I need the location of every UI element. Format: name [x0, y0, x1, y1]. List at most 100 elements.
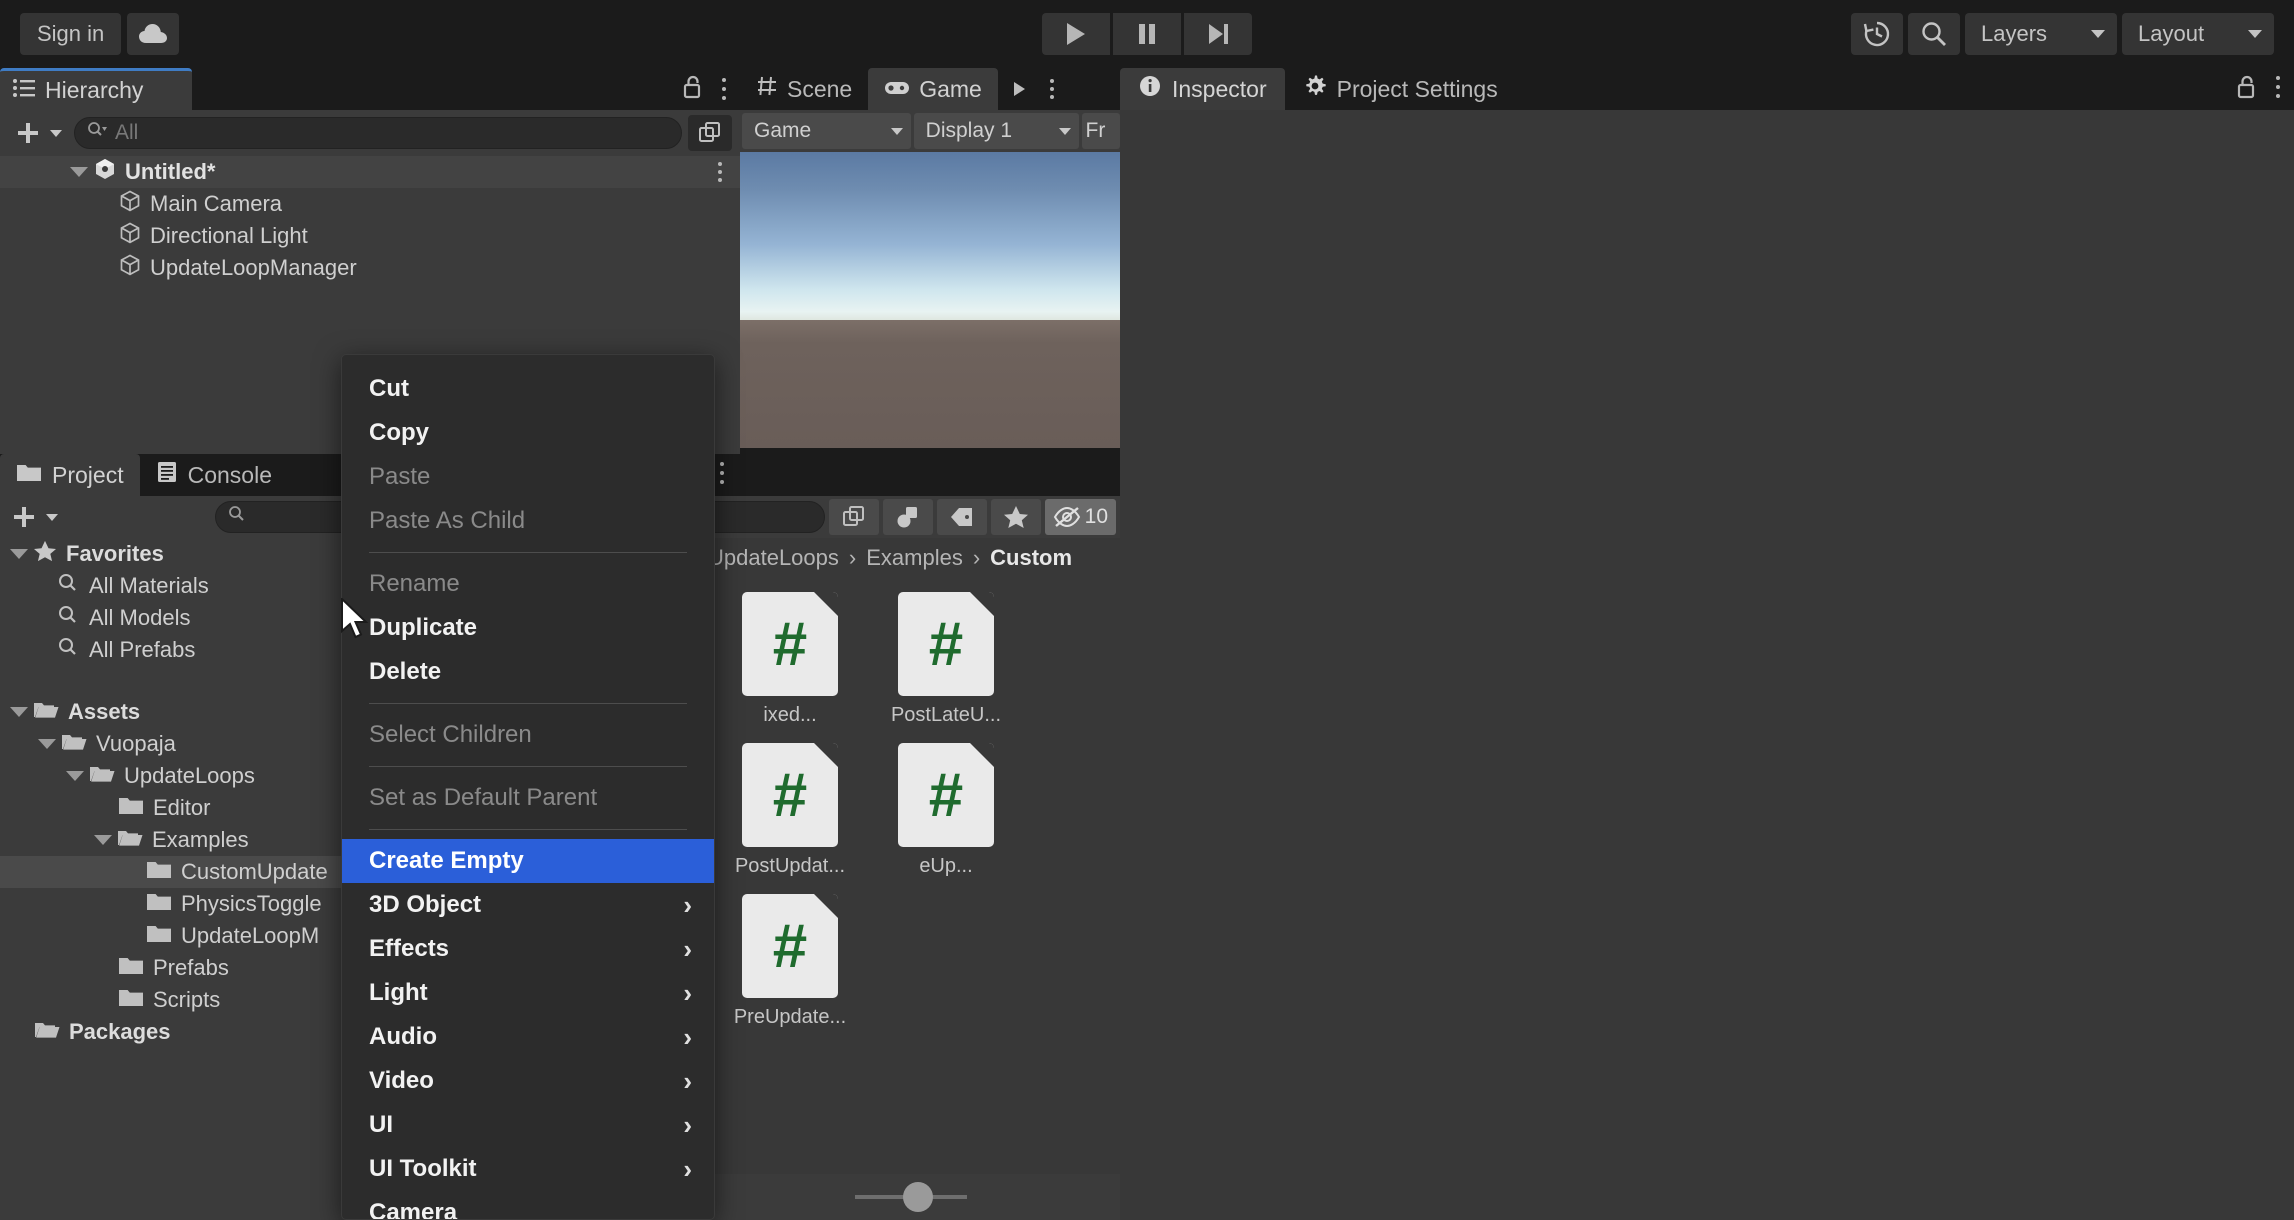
- project-tree-label: UpdateLoopM: [181, 923, 320, 948]
- play-button[interactable]: [1042, 13, 1110, 55]
- chevron-down-icon[interactable]: [10, 707, 28, 717]
- tab-console[interactable]: Console: [140, 454, 288, 496]
- tab-inspector-label: Inspector: [1172, 75, 1267, 102]
- layers-dropdown[interactable]: Layers: [1965, 13, 2117, 55]
- slider-knob[interactable]: [903, 1182, 933, 1212]
- context-menu-item-create-empty[interactable]: Create Empty: [342, 839, 714, 883]
- context-menu-item-copy[interactable]: Copy: [342, 411, 714, 455]
- shapes-filter-icon[interactable]: [882, 499, 933, 535]
- chevron-right-icon: ›: [683, 933, 692, 964]
- asset-label: eUp...: [919, 855, 973, 877]
- project-tree-label: Editor: [153, 795, 211, 820]
- undo-history-icon[interactable]: [1851, 13, 1903, 55]
- asset-item[interactable]: # PostLateU...: [868, 592, 1024, 727]
- context-menu-separator: [369, 829, 687, 830]
- chevron-right-icon: ›: [683, 889, 692, 920]
- sign-in-button[interactable]: Sign in: [20, 13, 122, 55]
- hierarchy-item-0[interactable]: Main Camera: [0, 188, 740, 220]
- context-menu-item-cut[interactable]: Cut: [342, 367, 714, 411]
- context-menu-item-set-as-default-parent: Set as Default Parent: [342, 776, 714, 820]
- context-menu-item-3d-object[interactable]: 3D Object ›: [342, 883, 714, 927]
- step-button[interactable]: [1184, 13, 1252, 55]
- folder-icon: [146, 859, 172, 886]
- chevron-down-icon[interactable]: [94, 835, 112, 845]
- kebab-menu-icon[interactable]: [718, 460, 726, 491]
- breadcrumb-item-0[interactable]: UpdateLoops: [708, 545, 839, 571]
- asset-zoom-slider[interactable]: [702, 1174, 1120, 1220]
- layout-dropdown[interactable]: Layout: [2122, 13, 2274, 55]
- context-menu-item-effects[interactable]: Effects ›: [342, 927, 714, 971]
- folder-icon: [16, 462, 42, 489]
- tag-icon[interactable]: [936, 499, 987, 535]
- chevron-down-icon: [46, 513, 58, 521]
- layers-label: Layers: [1981, 21, 2048, 46]
- hierarchy-scene-root[interactable]: Untitled*: [0, 156, 740, 188]
- tab-project-settings[interactable]: Project Settings: [1285, 68, 1516, 110]
- layout-label: Layout: [2138, 21, 2205, 46]
- context-menu-item-video[interactable]: Video ›: [342, 1059, 714, 1103]
- game-play-toggle[interactable]: [998, 68, 1040, 110]
- main-toolbar: Sign in Layers Layout: [0, 0, 2294, 68]
- hierarchy-item-2[interactable]: UpdateLoopManager: [0, 252, 740, 284]
- lock-open-icon[interactable]: [2236, 74, 2258, 105]
- open-in-new-icon[interactable]: [828, 499, 879, 535]
- cloud-icon[interactable]: [127, 13, 180, 55]
- tab-project[interactable]: Project: [0, 454, 140, 496]
- kebab-menu-icon[interactable]: [716, 160, 724, 184]
- open-in-new-icon[interactable]: [688, 115, 732, 151]
- context-menu-label: Duplicate: [369, 614, 478, 641]
- asset-item[interactable]: # PreUpdate...: [712, 894, 868, 1029]
- breadcrumb-item-2[interactable]: Custom: [990, 545, 1072, 571]
- hierarchy-item-label: Directional Light: [150, 223, 308, 248]
- slider-track[interactable]: [855, 1182, 967, 1212]
- star-icon: [33, 540, 57, 568]
- sky-gradient: [740, 152, 1120, 320]
- kebab-menu-icon[interactable]: [1040, 68, 1064, 110]
- hierarchy-item-1[interactable]: Directional Light: [0, 220, 740, 252]
- asset-item[interactable]: # ixed...: [712, 592, 868, 727]
- breadcrumb-item-1[interactable]: Examples: [866, 545, 963, 571]
- game-mode-dropdown[interactable]: Game: [742, 113, 911, 149]
- asset-item[interactable]: # PostUpdat...: [712, 743, 868, 878]
- project-add-button[interactable]: [4, 503, 64, 531]
- display-dropdown[interactable]: Display 1: [913, 113, 1079, 149]
- project-asset-browser: UpdateLoops › Examples › Custom # ixed..…: [702, 538, 1120, 1220]
- folder-icon: [146, 891, 172, 918]
- chevron-down-icon: [50, 129, 62, 137]
- tab-game[interactable]: Game: [868, 68, 998, 110]
- tab-inspector[interactable]: Inspector: [1120, 68, 1285, 110]
- kebab-menu-icon[interactable]: [2274, 74, 2282, 105]
- context-menu-item-audio[interactable]: Audio ›: [342, 1015, 714, 1059]
- context-menu-label: Paste: [369, 463, 431, 490]
- aspect-dropdown[interactable]: Fr: [1081, 113, 1120, 149]
- csharp-script-icon: #: [742, 743, 838, 847]
- tab-hierarchy[interactable]: Hierarchy: [0, 68, 192, 110]
- tab-scene[interactable]: Scene: [740, 68, 868, 110]
- chevron-down-icon[interactable]: [66, 771, 84, 781]
- context-menu-item-ui[interactable]: UI ›: [342, 1103, 714, 1147]
- lock-open-icon[interactable]: [682, 74, 704, 105]
- hierarchy-add-button[interactable]: [8, 119, 68, 147]
- hidden-assets-toggle[interactable]: 10: [1044, 499, 1116, 535]
- kebab-menu-icon[interactable]: [720, 76, 728, 102]
- context-menu-label: Select Children: [369, 721, 532, 748]
- context-menu-item-duplicate[interactable]: Duplicate: [342, 606, 714, 650]
- chevron-down-icon[interactable]: [38, 739, 56, 749]
- hash-glyph: #: [928, 609, 964, 679]
- context-menu-item-delete[interactable]: Delete: [342, 650, 714, 694]
- context-menu-item-camera[interactable]: Camera: [342, 1191, 714, 1220]
- asset-item[interactable]: # eUp...: [868, 743, 1024, 878]
- chevron-down-icon[interactable]: [10, 549, 28, 559]
- context-menu-item-ui-toolkit[interactable]: UI Toolkit ›: [342, 1147, 714, 1191]
- chevron-down-icon[interactable]: [70, 167, 88, 177]
- star-icon[interactable]: [990, 499, 1041, 535]
- game-view-render[interactable]: [740, 152, 1120, 448]
- tab-scene-label: Scene: [787, 75, 853, 102]
- context-menu-label: Camera: [369, 1199, 458, 1220]
- chevron-right-icon: ›: [683, 1065, 692, 1096]
- context-menu-item-light[interactable]: Light ›: [342, 971, 714, 1015]
- hierarchy-search-input[interactable]: All: [74, 117, 682, 149]
- pause-button[interactable]: [1113, 13, 1181, 55]
- search-icon[interactable]: [1908, 13, 1960, 55]
- context-menu-item-paste: Paste: [342, 455, 714, 499]
